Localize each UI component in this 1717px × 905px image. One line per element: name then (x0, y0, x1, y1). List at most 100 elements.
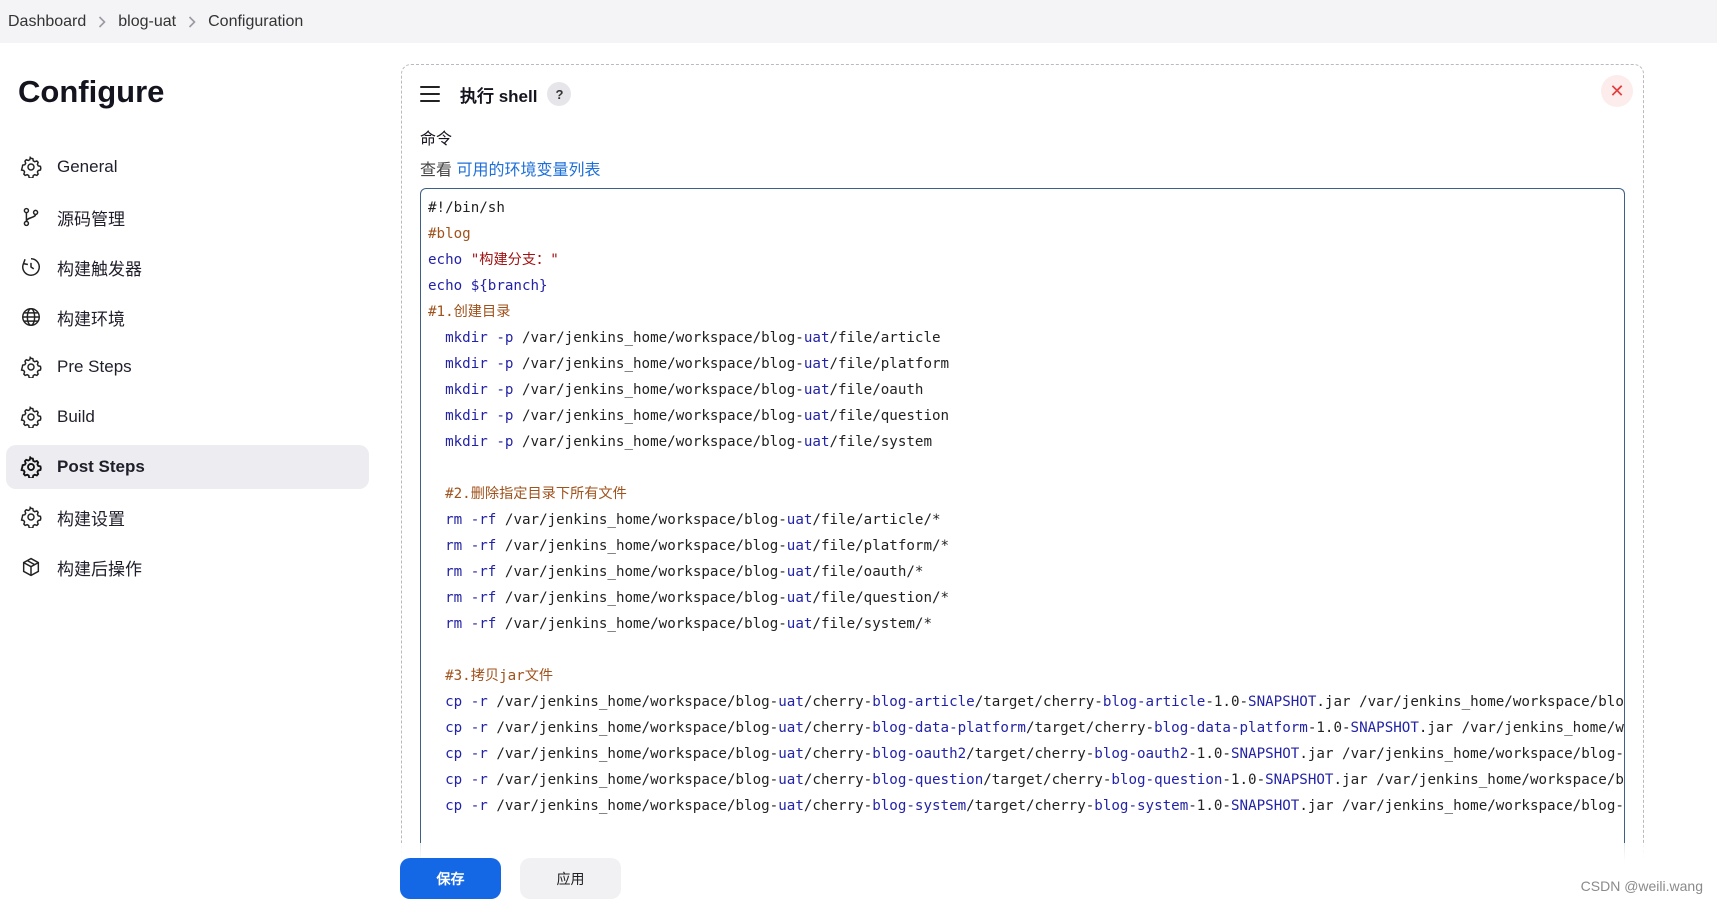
save-button[interactable]: 保存 (400, 858, 501, 899)
code-token: /var/jenkins_home/workspace/blog- (513, 382, 804, 398)
code-token: uat (786, 564, 813, 580)
sidebar-item-scm[interactable]: 源码管理 (6, 195, 369, 239)
sidebar-item-environment[interactable]: 构建环境 (6, 295, 369, 339)
sidebar-item-label: General (57, 157, 118, 176)
command-editor[interactable]: #!/bin/sh #blog echo "构建分支：" echo ${branch}… (420, 188, 1625, 905)
sidebar-item-build[interactable]: Build (6, 395, 369, 439)
code-token: mkdir (445, 356, 488, 372)
close-icon[interactable]: ✕ (1601, 75, 1633, 107)
code-token: -1.0- (1307, 720, 1351, 736)
code-token: -p (487, 356, 514, 372)
code-token: /cherry- (803, 798, 873, 814)
code-token: -rf (462, 616, 497, 632)
code-token: /file/platform/* (812, 538, 950, 554)
code-content[interactable]: #!/bin/sh #blog echo "构建分支：" echo ${branch}… (428, 195, 1624, 819)
code-token: /var/jenkins_home/workspace/blog- (513, 434, 804, 450)
breadcrumb-current[interactable]: Configuration (208, 13, 303, 31)
code-token: rm (445, 616, 463, 632)
breadcrumb-dashboard[interactable]: Dashboard (8, 13, 86, 31)
sidebar-item-label: 源码管理 (57, 209, 125, 229)
code-line: rm -rf /var/jenkins_home/workspace/blog-… (428, 611, 1624, 637)
code-token: SNAPSHOT (1248, 694, 1317, 710)
apply-button[interactable]: 应用 (520, 858, 621, 899)
command-label: 命令 (420, 131, 453, 148)
code-token: uat (786, 512, 813, 528)
code-token: uat (778, 772, 804, 788)
code-line: rm -rf /var/jenkins_home/workspace/blog-… (428, 533, 1624, 559)
code-token: uat (803, 434, 830, 450)
code-token: -rf (462, 538, 497, 554)
sidebar-item-label: Pre Steps (57, 357, 132, 376)
code-token: /var/jenkins_home/workspace/blog- (487, 694, 779, 710)
code-token: SNAPSHOT (1350, 720, 1419, 736)
code-token: /cherry- (803, 720, 873, 736)
code-token: uat (778, 798, 804, 814)
sidebar-item-build-settings[interactable]: 构建设置 (6, 495, 369, 539)
code-token: "构建分支：" (470, 252, 559, 268)
gear-icon (19, 505, 43, 529)
code-line: mkdir -p /var/jenkins_home/workspace/blo… (428, 325, 1624, 351)
code-token: /target/cherry- (966, 798, 1095, 814)
code-token: /var/jenkins_home/workspace/blog- (513, 330, 804, 346)
code-line: mkdir -p /var/jenkins_home/workspace/blo… (428, 351, 1624, 377)
code-token: /var/jenkins_home/workspace/blog- (496, 616, 787, 632)
code-line: #3.拷贝jar文件 (428, 663, 1624, 689)
code-token: /target/cherry- (1025, 720, 1155, 736)
code-token: rm (445, 564, 463, 580)
code-token: #1.创建目录 (428, 304, 511, 320)
code-token: /file/article/* (812, 512, 941, 528)
help-icon[interactable]: ? (547, 82, 572, 106)
code-token: #3.拷贝jar文件 (445, 668, 554, 684)
code-line: cp -r /var/jenkins_home/workspace/blog-u… (428, 767, 1624, 793)
code-token: -p (487, 434, 514, 450)
code-line: cp -r /var/jenkins_home/workspace/blog-u… (428, 689, 1624, 715)
sidebar-item-label: Build (57, 407, 95, 426)
code-token: .jar /var/jenkins_home/workspace/blog-ua… (1316, 694, 1624, 710)
gear-icon (19, 455, 43, 479)
sidebar-item-post-build[interactable]: 构建后操作 (6, 545, 369, 589)
sidebar-item-pre-steps[interactable]: Pre Steps (6, 345, 369, 389)
code-token: /cherry- (803, 694, 873, 710)
code-token: uat (786, 538, 813, 554)
sidebar-item-label: 构建后操作 (57, 559, 142, 579)
code-token: uat (778, 720, 804, 736)
code-token: ${branch} (470, 278, 548, 294)
code-token: SNAPSHOT (1230, 746, 1300, 762)
code-line: mkdir -p /var/jenkins_home/workspace/blo… (428, 377, 1624, 403)
code-token: /var/jenkins_home/workspace/blog- (487, 746, 779, 762)
sidebar-item-general[interactable]: General (6, 145, 369, 189)
code-token: /file/system (829, 434, 932, 450)
sidebar-item-triggers[interactable]: 构建触发器 (6, 245, 369, 289)
code-token: cp (445, 694, 463, 710)
code-token: -r (462, 798, 488, 814)
drag-handle-icon[interactable] (420, 86, 440, 102)
code-token: -1.0- (1188, 798, 1231, 814)
code-token: #!/bin/sh (428, 200, 505, 216)
code-line: mkdir -p /var/jenkins_home/workspace/blo… (428, 429, 1624, 455)
code-token: .jar /var/jenkins_home/workspace/blog-ua… (1333, 772, 1624, 788)
code-token: mkdir (445, 382, 488, 398)
code-token: echo (428, 252, 471, 268)
breadcrumb-job[interactable]: blog-uat (118, 13, 176, 31)
code-token: /file/oauth (829, 382, 924, 398)
code-token: /var/jenkins_home/workspace/blog- (496, 564, 787, 580)
bottom-action-bar (0, 843, 1717, 905)
code-token: /file/platform (829, 356, 950, 372)
env-vars-link[interactable]: 可用的环境变量列表 (456, 162, 600, 179)
code-token: SNAPSHOT (1265, 772, 1334, 788)
code-token: uat (803, 330, 830, 346)
sidebar-item-post-steps[interactable]: Post Steps (6, 445, 369, 489)
code-line: #blog (428, 221, 1624, 247)
code-token: /target/cherry- (974, 694, 1103, 710)
code-token: echo (428, 278, 471, 294)
code-token: /target/cherry- (983, 772, 1112, 788)
